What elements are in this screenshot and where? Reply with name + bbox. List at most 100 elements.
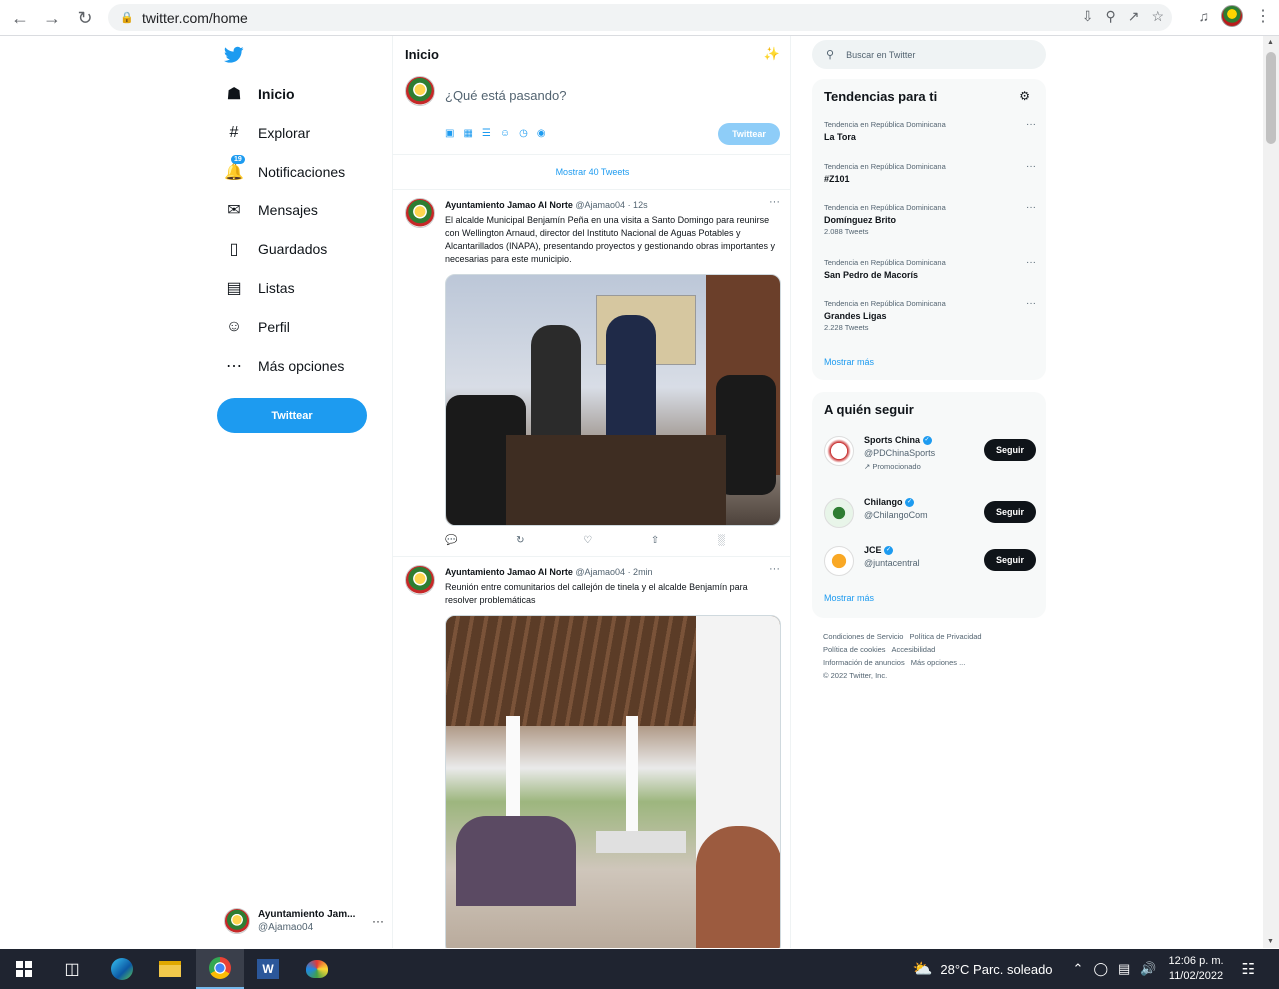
share-icon[interactable]: ⇧ bbox=[651, 535, 659, 546]
sidebar-item-home[interactable]: ☗ Inicio bbox=[224, 79, 295, 109]
more-icon[interactable]: ··· bbox=[1026, 119, 1036, 131]
footer-link[interactable]: Información de anuncios bbox=[823, 658, 905, 667]
more-icon[interactable]: ··· bbox=[769, 563, 780, 575]
chevron-up-icon[interactable]: ⌃ bbox=[1073, 961, 1084, 977]
tweet-author-name[interactable]: Ayuntamiento Jamao Al Norte bbox=[445, 567, 573, 577]
tweet-photo[interactable] bbox=[445, 274, 781, 526]
trend-item[interactable]: Tendencia en República Dominicana San Pe… bbox=[824, 257, 1036, 281]
chrome-menu-icon[interactable]: ⋮ bbox=[1255, 6, 1271, 26]
follow-suggestion[interactable]: JCE ✓ @juntacentral Seguir bbox=[824, 544, 1036, 584]
sidebar-item-more[interactable]: ⋯ Más opciones bbox=[224, 351, 344, 381]
avatar[interactable] bbox=[405, 198, 435, 228]
sparkle-icon[interactable]: ✨ bbox=[764, 46, 780, 62]
composer-input[interactable]: ¿Qué está pasando? bbox=[445, 88, 566, 103]
footer-link[interactable]: Política de cookies bbox=[823, 645, 886, 654]
more-icon[interactable]: ··· bbox=[1026, 161, 1036, 173]
trends-show-more-link[interactable]: Mostrar más bbox=[824, 357, 874, 367]
windows-start-icon[interactable] bbox=[0, 949, 48, 989]
profile-avatar[interactable] bbox=[1221, 5, 1243, 27]
more-icon[interactable]: ··· bbox=[1026, 257, 1036, 269]
clock[interactable]: 12:06 p. m. 11/02/2022 bbox=[1169, 954, 1224, 984]
network-icon[interactable]: ▤ bbox=[1118, 961, 1130, 977]
location-icon[interactable]: ◉ bbox=[537, 128, 546, 139]
reply-icon[interactable]: 💬 bbox=[445, 535, 457, 546]
tweet-time[interactable]: · 12s bbox=[628, 200, 648, 210]
emoji-icon[interactable]: ☺ bbox=[500, 128, 510, 139]
scroll-thumb[interactable] bbox=[1266, 52, 1276, 144]
bookmark-star-icon[interactable]: ☆ bbox=[1151, 8, 1164, 25]
page-scrollbar[interactable]: ▲ ▼ bbox=[1263, 36, 1279, 948]
more-icon[interactable]: ··· bbox=[372, 914, 384, 928]
trend-item[interactable]: Tendencia en República Dominicana Domíng… bbox=[824, 202, 1036, 238]
analytics-icon[interactable]: ░ bbox=[718, 535, 725, 546]
tweet[interactable]: Ayuntamiento Jamao Al Norte @Ajamao04 · … bbox=[393, 557, 790, 948]
paint-icon[interactable] bbox=[293, 949, 341, 989]
tweet-time[interactable]: · 2min bbox=[628, 567, 653, 577]
task-view-icon[interactable]: ◫ bbox=[48, 949, 96, 989]
avatar[interactable] bbox=[405, 565, 435, 595]
twitter-logo-icon[interactable] bbox=[224, 44, 244, 70]
sidebar-item-bookmarks[interactable]: ▯ Guardados bbox=[224, 234, 328, 264]
tweet-button[interactable]: Twittear bbox=[217, 398, 367, 433]
footer-link[interactable]: Condiciones de Servicio bbox=[823, 632, 903, 641]
weather-text[interactable]: 28°C Parc. soleado bbox=[940, 962, 1052, 977]
retweet-icon[interactable]: ↻ bbox=[516, 535, 524, 546]
show-new-tweets-link[interactable]: Mostrar 40 Tweets bbox=[393, 154, 790, 190]
footer-link[interactable]: Política de Privacidad bbox=[909, 632, 981, 641]
more-icon[interactable]: ··· bbox=[1026, 298, 1036, 310]
account-switcher[interactable]: Ayuntamiento Jam... @Ajamao04 ··· bbox=[224, 905, 384, 937]
trend-topic: #Z101 bbox=[824, 174, 850, 184]
file-explorer-icon[interactable] bbox=[146, 949, 194, 989]
reload-button[interactable]: ↻ bbox=[69, 2, 101, 34]
trend-item[interactable]: Tendencia en República Dominicana La Tor… bbox=[824, 119, 1036, 143]
follow-show-more-link[interactable]: Mostrar más bbox=[824, 593, 874, 603]
back-button[interactable]: ← bbox=[4, 2, 36, 34]
sidebar-item-lists[interactable]: ▤ Listas bbox=[224, 273, 295, 303]
gear-icon[interactable]: ⚙ bbox=[1019, 89, 1030, 103]
follow-button[interactable]: Seguir bbox=[984, 501, 1036, 523]
sidebar-item-explore[interactable]: # Explorar bbox=[224, 118, 311, 148]
follow-button[interactable]: Seguir bbox=[984, 439, 1036, 461]
forward-button[interactable]: → bbox=[36, 2, 68, 34]
sidebar-item-label: Listas bbox=[258, 280, 295, 296]
notifications-icon[interactable]: ☷ bbox=[1242, 960, 1255, 978]
chrome-icon[interactable] bbox=[196, 949, 244, 989]
address-bar[interactable]: 🔒 twitter.com/home ⇩ ⚲ ↗ ☆ bbox=[108, 4, 1172, 31]
zoom-icon[interactable]: ⚲ bbox=[1105, 8, 1115, 25]
footer-link[interactable]: Más opciones ... bbox=[911, 658, 966, 667]
like-icon[interactable]: ♡ bbox=[583, 535, 592, 546]
tweet[interactable]: Ayuntamiento Jamao Al Norte @Ajamao04 · … bbox=[393, 190, 790, 557]
meet-icon[interactable]: ◯ bbox=[1093, 961, 1108, 977]
tweet-author-handle[interactable]: @Ajamao04 bbox=[575, 567, 625, 577]
search-input[interactable]: ⚲ Buscar en Twitter bbox=[812, 40, 1046, 69]
trend-item[interactable]: Tendencia en República Dominicana Grande… bbox=[824, 298, 1036, 334]
image-icon[interactable]: ▣ bbox=[445, 128, 454, 139]
sidebar-item-messages[interactable]: ✉ Mensajes bbox=[224, 195, 318, 225]
tweet-author-handle[interactable]: @Ajamao04 bbox=[575, 200, 625, 210]
more-icon[interactable]: ··· bbox=[1026, 202, 1036, 214]
sidebar-item-notifications[interactable]: 🔔 19 Notificaciones bbox=[224, 155, 345, 187]
composer-tweet-button[interactable]: Twittear bbox=[718, 123, 780, 145]
gif-icon[interactable]: ▦ bbox=[463, 128, 472, 139]
scroll-down-icon[interactable]: ▼ bbox=[1267, 938, 1274, 945]
tweet-author-name[interactable]: Ayuntamiento Jamao Al Norte bbox=[445, 200, 573, 210]
trend-item[interactable]: Tendencia en República Dominicana #Z101 … bbox=[824, 161, 1036, 185]
media-icon[interactable]: ♫ bbox=[1199, 8, 1210, 24]
weather-icon[interactable]: ⛅ bbox=[912, 959, 932, 979]
more-icon[interactable]: ··· bbox=[769, 196, 780, 208]
volume-icon[interactable]: 🔊 bbox=[1140, 961, 1156, 977]
sidebar-item-profile[interactable]: ☺ Perfil bbox=[224, 312, 290, 342]
share-icon[interactable]: ↗ bbox=[1128, 8, 1140, 25]
follow-button[interactable]: Seguir bbox=[984, 549, 1036, 571]
schedule-icon[interactable]: ◷ bbox=[519, 128, 528, 139]
footer-link[interactable]: Accesibilidad bbox=[892, 645, 936, 654]
install-icon[interactable]: ⇩ bbox=[1082, 8, 1094, 25]
scroll-up-icon[interactable]: ▲ bbox=[1267, 39, 1274, 46]
word-icon[interactable]: W bbox=[244, 949, 292, 989]
tweet-photo[interactable] bbox=[445, 615, 781, 948]
poll-icon[interactable]: ☰ bbox=[482, 128, 491, 139]
edge-icon[interactable] bbox=[98, 949, 146, 989]
follow-suggestion[interactable]: Sports China ✓ @PDChinaSports ↗ Promocio… bbox=[824, 434, 1036, 474]
follow-suggestion[interactable]: Chilango ✓ @ChilangoCom Seguir bbox=[824, 496, 1036, 536]
tweet-text: El alcalde Municipal Benjamín Peña en un… bbox=[445, 215, 776, 264]
